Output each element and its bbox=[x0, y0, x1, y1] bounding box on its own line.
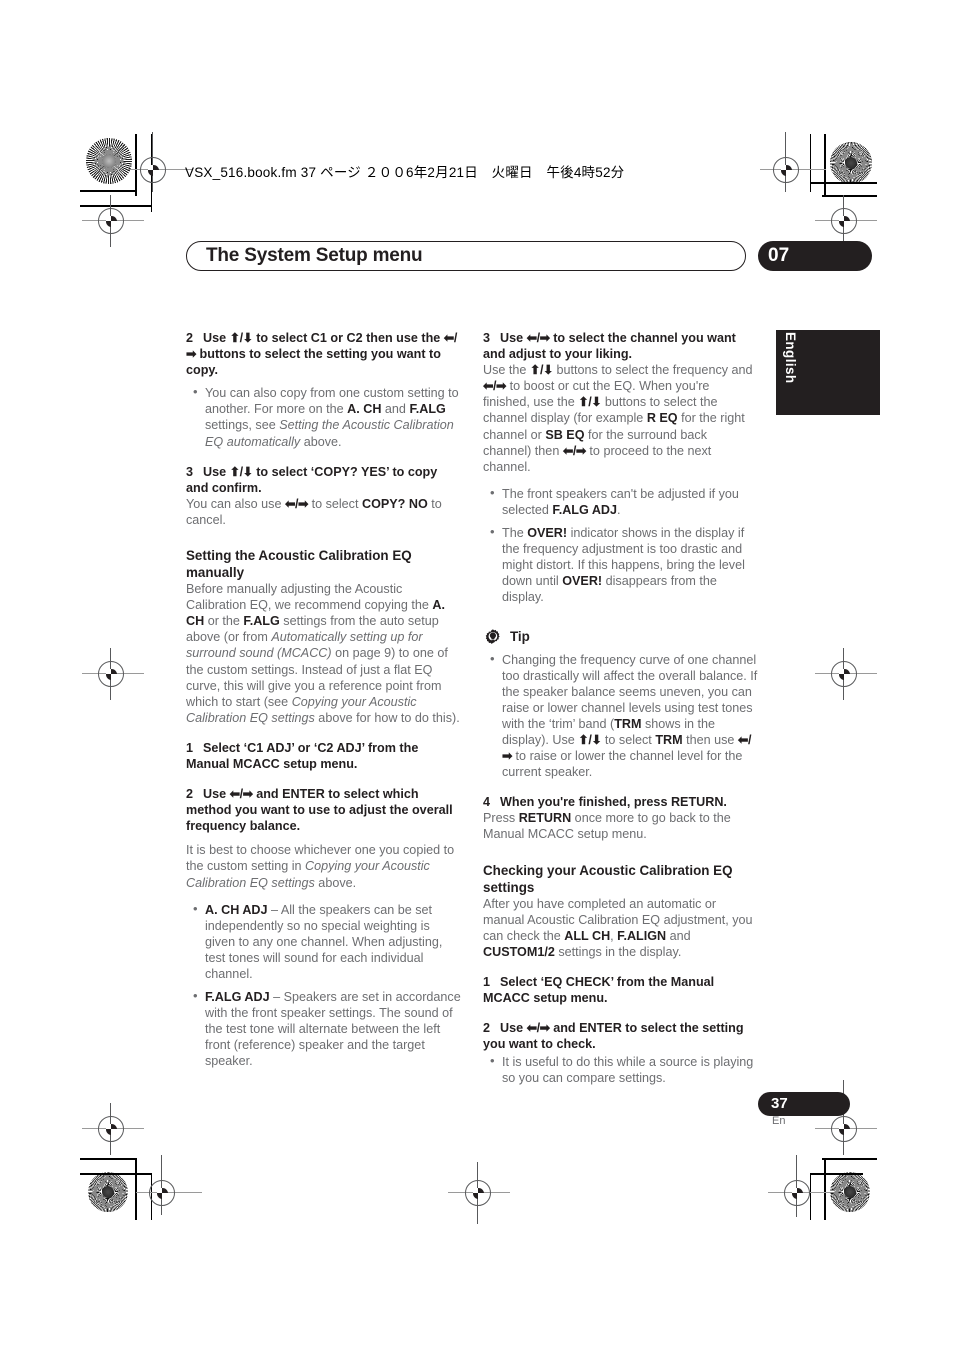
list-item: Changing the frequency curve of one chan… bbox=[483, 651, 758, 781]
step-4-number: 4 bbox=[483, 795, 491, 810]
step-2-select-setting-heading: 2 Use ⬅/➡ and ENTER to select the setting… bbox=[483, 1020, 758, 1052]
right-text-column: 3 Use ⬅/➡ to select the channel you want … bbox=[483, 330, 758, 1086]
language-side-tab: English bbox=[776, 330, 880, 415]
crop-mark-top-left-h2 bbox=[80, 205, 152, 207]
step-2b-body: It is best to choose whichever one you c… bbox=[186, 843, 455, 890]
registration-target-left-lower bbox=[98, 1116, 124, 1142]
step-1c-text: Select ‘EQ CHECK’ from the Manual MCACC … bbox=[483, 974, 715, 1005]
step-2c-bullets: It is useful to do this while a source i… bbox=[483, 1053, 758, 1086]
star-registration-mark-top-left bbox=[86, 138, 132, 184]
step-3-text: Use ⬆/⬇ to select ‘COPY? YES’ to copy an… bbox=[186, 464, 438, 495]
step-2-method-heading: 2 Use ⬅/➡ and ENTER to select which metho… bbox=[186, 786, 461, 834]
crop-mark-bottom-left-h2 bbox=[80, 1173, 152, 1175]
step-3-number: 3 bbox=[186, 464, 194, 479]
page-title: The System Setup menu bbox=[206, 245, 423, 266]
list-item: The front speakers can't be adjusted if … bbox=[483, 485, 758, 518]
step-3-channel-heading: 3 Use ⬅/➡ to select the channel you want … bbox=[483, 330, 758, 362]
tip-heading: Tip bbox=[483, 628, 758, 648]
step-4-return-heading: 4 When you're finished, press RETURN. bbox=[483, 794, 758, 810]
step-3r-text: Use ⬅/➡ to select the channel you want a… bbox=[483, 331, 736, 362]
step-2b-number: 2 bbox=[186, 787, 194, 802]
crop-mark-top-right-h bbox=[810, 182, 877, 184]
registration-target-top-left bbox=[140, 157, 166, 183]
step-3r-body: Use the ⬆/⬇ buttons to select the freque… bbox=[483, 363, 753, 474]
section-checking-eq-body: After you have completed an automatic or… bbox=[483, 896, 753, 959]
tip-bullets: Changing the frequency curve of one chan… bbox=[483, 651, 758, 781]
section-heading-manual-eq: Setting the Acoustic Calibration EQ manu… bbox=[186, 548, 412, 581]
registration-target-right-upper bbox=[831, 208, 857, 234]
crop-mark-bottom-right-h2 bbox=[810, 1173, 863, 1175]
step-2-copy-heading: 2 Use ⬆/⬇ to select C1 or C2 then use the… bbox=[186, 330, 461, 378]
gear-lightbulb-icon bbox=[483, 628, 503, 648]
step-2c-number: 2 bbox=[483, 1021, 491, 1036]
step-4-body: Press RETURN once more to go back to the… bbox=[483, 811, 731, 842]
list-item: F.ALG ADJ – Speakers are set in accordan… bbox=[186, 988, 461, 1069]
star-registration-mark-bottom-right bbox=[830, 1172, 870, 1212]
left-text-column: 2 Use ⬆/⬇ to select C1 or C2 then use the… bbox=[186, 330, 461, 1070]
crop-mark-bottom-right-v bbox=[824, 1158, 826, 1220]
step-1-eqcheck-heading: 1 Select ‘EQ CHECK’ from the Manual MCACC… bbox=[483, 974, 758, 1006]
crop-mark-top-right-h2 bbox=[822, 195, 877, 197]
step-3-body: You can also use ⬅/➡ to select COPY? NO … bbox=[186, 496, 442, 527]
registration-target-right-lower bbox=[831, 1116, 857, 1142]
step-2b-bullets: A. CH ADJ – All the speakers can be set … bbox=[186, 901, 461, 1070]
section-heading-checking-eq: Checking your Acoustic Calibration EQ se… bbox=[483, 862, 733, 895]
page-number: 37 bbox=[771, 1095, 788, 1112]
chapter-number: 07 bbox=[768, 245, 790, 266]
registration-target-left-upper bbox=[98, 208, 124, 234]
source-file-info-line: VSX_516.book.fm 37 ページ ２００6年2月21日 火曜日 午後… bbox=[185, 165, 625, 180]
page-language-code: En bbox=[772, 1115, 786, 1127]
step-2-text: Use ⬆/⬇ to select C1 or C2 then use the … bbox=[186, 331, 457, 378]
step-2-bullets: You can also copy from one custom settin… bbox=[186, 384, 461, 449]
step-3-copy-heading: 3 Use ⬆/⬇ to select ‘COPY? YES’ to copy a… bbox=[186, 464, 461, 496]
step-2c-text: Use ⬅/➡ and ENTER to select the setting … bbox=[483, 1021, 744, 1052]
crop-mark-bottom-left-h bbox=[80, 1158, 137, 1160]
star-registration-mark-top-right bbox=[830, 142, 872, 184]
registration-target-top-right bbox=[773, 157, 799, 183]
step-3r-bullets: The front speakers can't be adjusted if … bbox=[483, 485, 758, 606]
tip-label: Tip bbox=[510, 629, 530, 645]
crop-mark-bottom-left-v bbox=[135, 1158, 137, 1220]
crop-mark-bottom-right-h bbox=[822, 1158, 877, 1160]
crop-mark-top-right-v2 bbox=[810, 134, 811, 192]
crop-mark-top-left-v bbox=[135, 134, 137, 196]
registration-target-left-middle bbox=[98, 661, 124, 687]
list-item: You can also copy from one custom settin… bbox=[186, 384, 461, 449]
list-item: A. CH ADJ – All the speakers can be set … bbox=[186, 901, 461, 982]
step-1-select-adj-heading: 1 Select ‘C1 ADJ’ or ‘C2 ADJ’ from the Ma… bbox=[186, 740, 461, 772]
crop-mark-bottom-right-v2 bbox=[810, 1173, 811, 1220]
registration-target-bottom-left bbox=[149, 1180, 175, 1206]
crop-mark-top-right-v bbox=[824, 134, 826, 196]
list-item: The OVER! indicator shows in the display… bbox=[483, 524, 758, 605]
list-item: It is useful to do this while a source i… bbox=[483, 1053, 758, 1086]
step-1-text: Select ‘C1 ADJ’ or ‘C2 ADJ’ from the Man… bbox=[186, 740, 419, 771]
registration-target-bottom-center bbox=[465, 1180, 491, 1206]
registration-target-bottom-right bbox=[784, 1180, 810, 1206]
language-side-tab-label: English bbox=[783, 332, 798, 384]
step-4-text: When you're finished, press RETURN. bbox=[500, 795, 727, 810]
step-1-number: 1 bbox=[186, 740, 194, 755]
step-1c-number: 1 bbox=[483, 974, 491, 989]
step-2b-text: Use ⬅/➡ and ENTER to select which method… bbox=[186, 787, 453, 834]
section-manual-eq-body: Before manually adjusting the Acoustic C… bbox=[186, 582, 460, 725]
step-2-number: 2 bbox=[186, 331, 194, 345]
crop-mark-top-left-h bbox=[80, 190, 137, 192]
star-registration-mark-bottom-left bbox=[88, 1172, 128, 1212]
registration-target-right-middle bbox=[831, 661, 857, 687]
step-3r-number: 3 bbox=[483, 331, 491, 345]
